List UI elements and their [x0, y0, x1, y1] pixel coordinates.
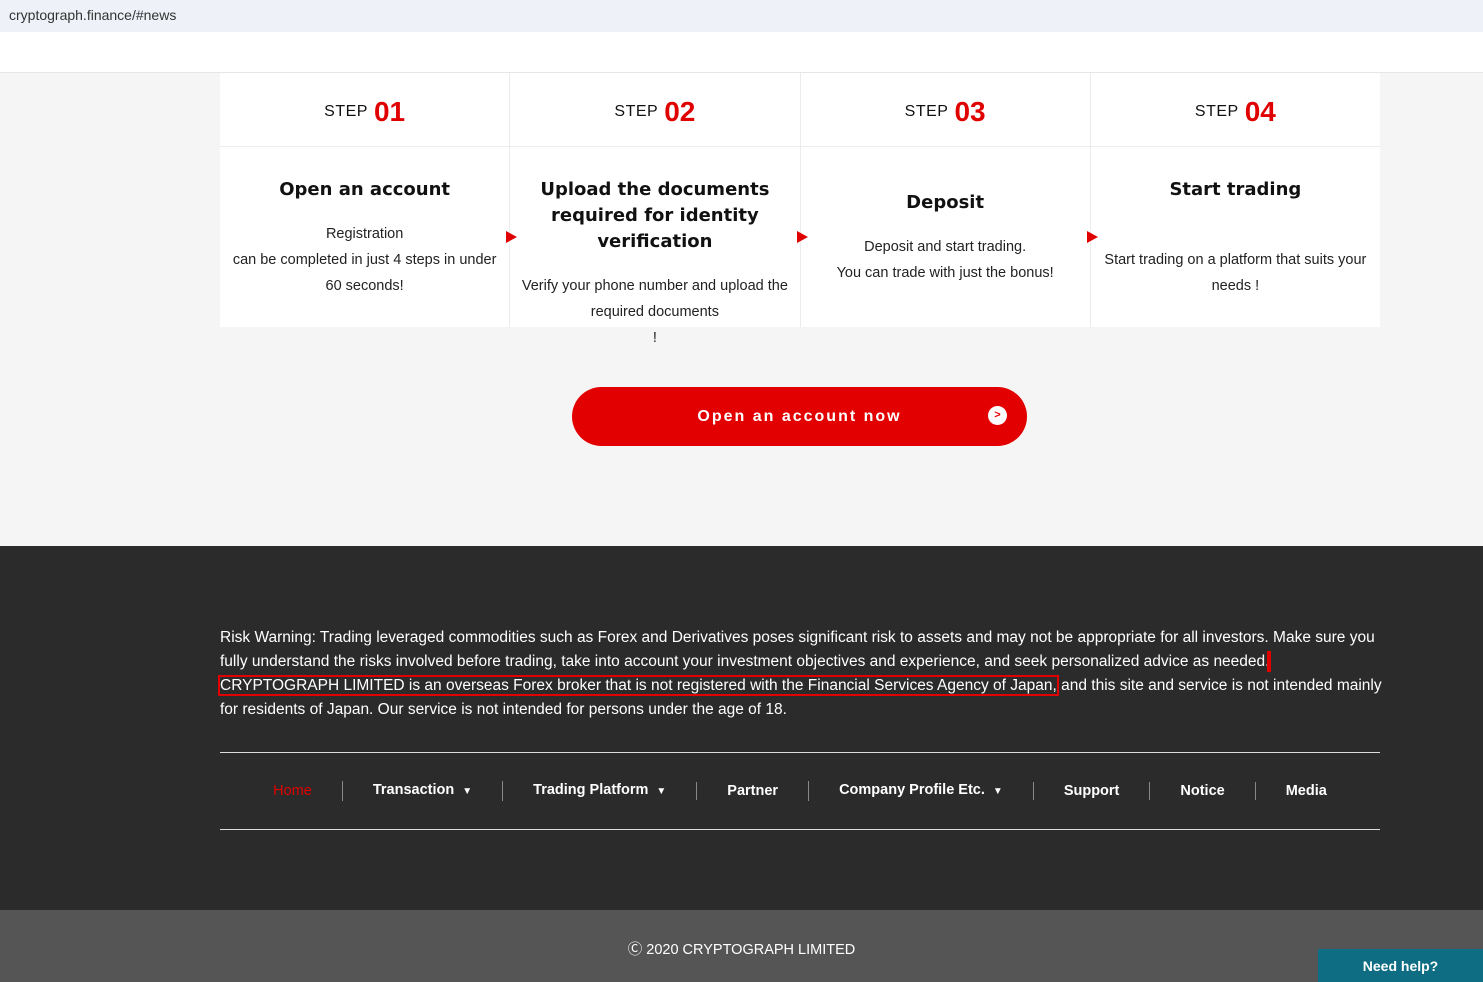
footer-nav: Home Transaction ▼ Trading Platform ▼ Part…	[220, 752, 1380, 830]
nav-trading-platform[interactable]: Trading Platform ▼	[502, 781, 696, 801]
arrow-right-icon	[1086, 231, 1098, 243]
step-number: 02	[664, 95, 696, 127]
step-label: STEP	[614, 102, 659, 120]
step-label: STEP	[904, 102, 949, 120]
step-2: STEP 02 Upload the documents required for…	[510, 73, 808, 346]
step-desc-line: required documents	[590, 304, 719, 320]
step-title: Deposit	[906, 192, 985, 213]
step-label: STEP	[324, 102, 368, 120]
nav-notice[interactable]: Notice	[1149, 782, 1254, 800]
step-4: STEP 04 Start trading Start trading on a …	[1090, 73, 1380, 327]
step-1: STEP 01 Open an account Registration can …	[220, 73, 518, 327]
copyright: Ⓒ 2020 CRYPTOGRAPH LIMITED	[627, 942, 856, 958]
step-number: 03	[954, 95, 986, 127]
step-desc-line: Deposit and start trading.	[864, 239, 1027, 255]
step-3: STEP 03 Deposit Deposit and start trading…	[800, 73, 1098, 327]
caret-down-icon: ▼	[656, 786, 667, 797]
risk-warning: Risk Warning: Trading leveraged commodit…	[218, 626, 1385, 722]
arrow-right-icon	[506, 231, 518, 243]
step-title: Upload the documents required for identi…	[540, 179, 770, 252]
step-desc-line: Verify your phone number and upload the	[521, 278, 788, 294]
step-label: STEP	[1194, 102, 1239, 120]
step-desc-line: 60 seconds!	[325, 278, 404, 294]
need-help-label: Need help?	[1362, 957, 1439, 974]
open-account-now-button[interactable]: Open an account now >	[572, 387, 1027, 446]
step-desc-line: !	[652, 330, 657, 346]
nav-support[interactable]: Support	[1032, 782, 1150, 800]
header-band	[0, 32, 1483, 73]
caret-down-icon: ▼	[462, 786, 473, 797]
nav-home[interactable]: Home	[243, 782, 342, 800]
copyright-bar: Ⓒ 2020 CRYPTOGRAPH LIMITED	[0, 910, 1483, 982]
address-bar[interactable]: cryptograph.finance/#news	[0, 0, 1483, 32]
footer: Risk Warning: Trading leveraged commodit…	[0, 546, 1483, 910]
step-title: Open an account	[279, 179, 451, 200]
cta-label: Open an account now	[697, 407, 902, 425]
url-text: cryptograph.finance/#news	[9, 7, 177, 23]
step-number: 04	[1244, 95, 1276, 127]
step-desc-line: Start trading on a platform that suits y…	[1104, 252, 1367, 268]
arrow-right-icon	[796, 231, 808, 243]
risk-text: Risk Warning: Trading leveraged commodit…	[220, 629, 1375, 670]
chevron-right-icon: >	[988, 406, 1007, 425]
need-help-button[interactable]: Need help?	[1318, 949, 1483, 982]
step-desc-line: needs !	[1211, 278, 1260, 294]
nav-company-profile[interactable]: Company Profile Etc. ▼	[808, 781, 1033, 801]
risk-highlight: CRYPTOGRAPH LIMITED is an overseas Forex…	[218, 676, 1059, 695]
steps-table: STEP 01 Open an account Registration can …	[220, 73, 1380, 346]
caret-down-icon: ▼	[992, 786, 1003, 797]
step-desc-line: Registration	[325, 226, 404, 242]
step-desc-line: You can trade with just the bonus!	[836, 265, 1054, 281]
nav-media[interactable]: Media	[1254, 782, 1357, 800]
nav-partner[interactable]: Partner	[696, 782, 808, 800]
step-desc-line: can be completed in just 4 steps in unde…	[232, 252, 497, 268]
step-number: 01	[373, 95, 406, 127]
nav-transaction[interactable]: Transaction ▼	[341, 781, 502, 801]
step-title: Start trading	[1169, 179, 1302, 200]
